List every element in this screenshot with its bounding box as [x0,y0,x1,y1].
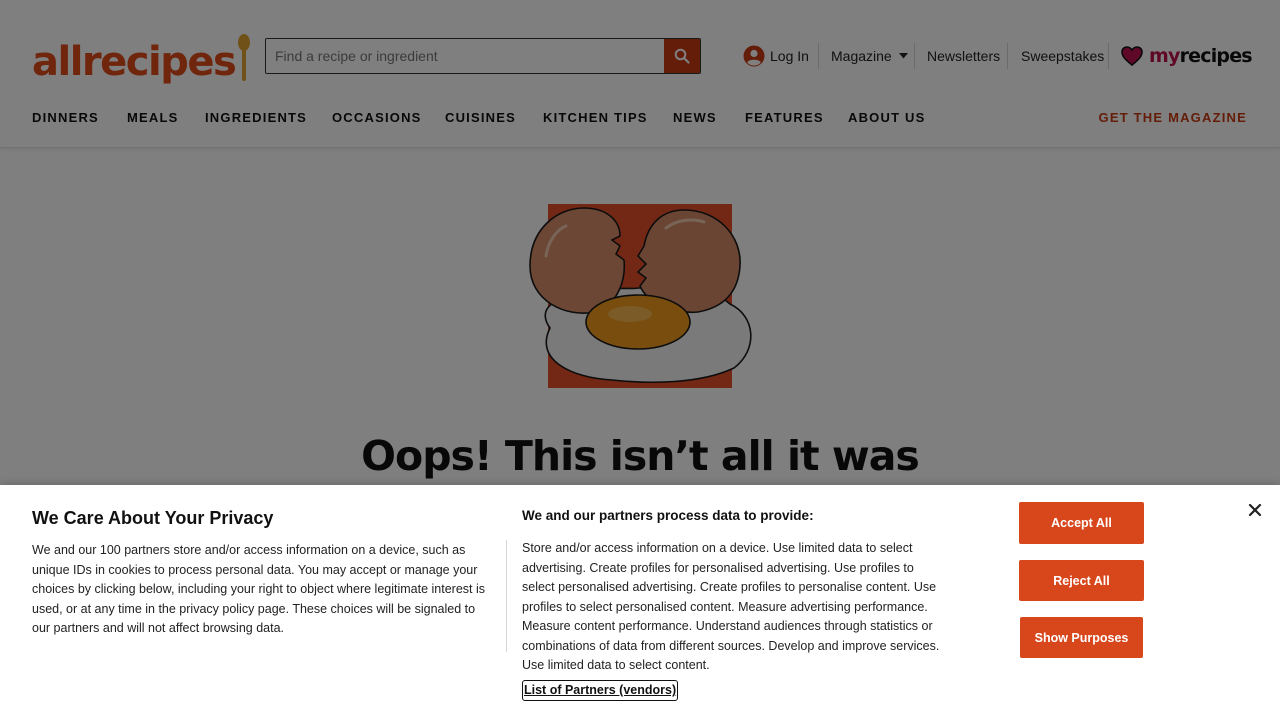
consent-title: We Care About Your Privacy [32,508,274,528]
purposes-heading: We and our partners process data to prov… [522,508,814,523]
accept-all-button[interactable]: Accept All [1019,502,1144,544]
reject-all-button[interactable]: Reject All [1019,560,1144,601]
show-purposes-button[interactable]: Show Purposes [1020,617,1143,658]
privacy-consent-banner: We Care About Your Privacy We and our 10… [0,485,1280,720]
close-icon [1248,503,1262,517]
partners-link[interactable]: List of Partners (vendors) [522,680,679,701]
close-button[interactable] [1246,501,1264,519]
consent-divider [506,540,507,652]
purposes-text: Store and/or access information on a dev… [522,541,940,672]
consent-description: We and our 100 partners store and/or acc… [32,543,486,635]
